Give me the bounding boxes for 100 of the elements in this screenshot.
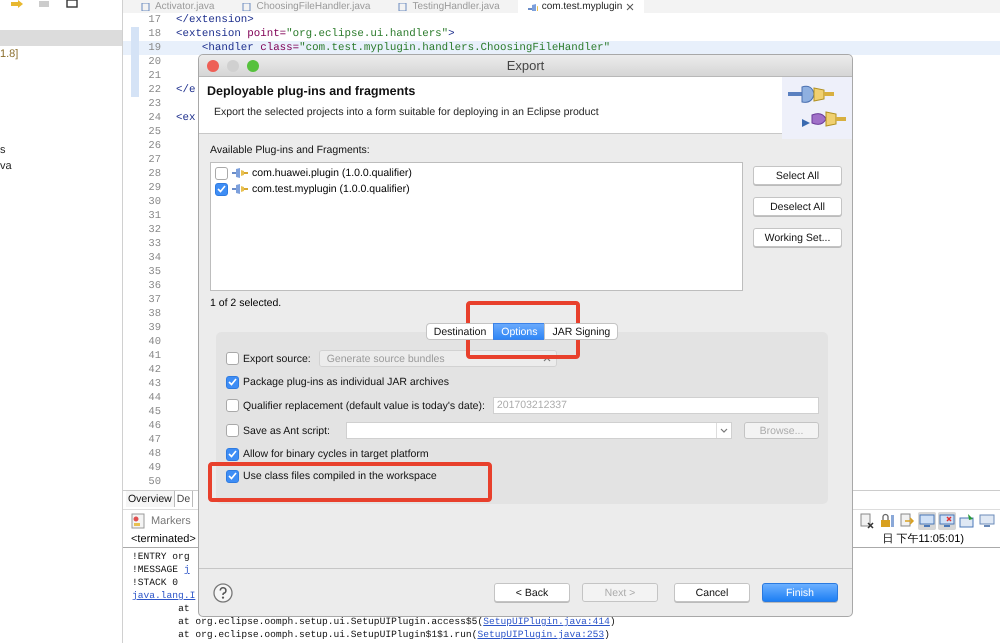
plugin-label: com.huawei.plugin (1.0.0.qualifier) [252,167,412,179]
file-icon [242,2,252,10]
line-number: 40 [147,336,161,348]
checkbox[interactable] [215,182,228,196]
monitor-icon [979,513,995,529]
arrow-icon [10,0,24,8]
line-number: 38 [147,308,161,320]
console-link[interactable]: SetupUIPlugin.java:414 [483,616,610,627]
option-label: Allow for binary cycles in target platform [243,448,429,460]
line-number: 37 [147,294,161,306]
plugin-icon [232,183,248,195]
line-number: 35 [147,266,161,278]
line-number: 33 [147,238,161,250]
option-label: Export source: [243,352,311,364]
tab-label: TestingHandler.java [412,0,500,13]
console-label: <terminated> [131,532,196,547]
zoom-button[interactable] [247,60,259,72]
line-number: 31 [147,210,161,222]
list-button[interactable]: Select All [753,166,842,185]
dialog-heading: Deployable plug-ins and fragments [207,84,416,98]
tab-label: Activator.java [155,0,214,13]
console-line: at org.eclipse.oomph.setup.ui.SetupUIPlugin.access$5(SetupUIPlugin.java:414) [177,615,617,628]
tab[interactable]: JAR Signing [544,323,618,340]
console-link[interactable]: SetupUIPlugin.java:253 [477,629,604,640]
console-link[interactable]: java.lang.I [132,590,196,601]
dialog-button[interactable]: < Back [494,583,570,602]
tree-row[interactable]: 1.8] [0,46,122,62]
caret-icon [720,428,728,434]
plugs-drawing [782,77,852,139]
script-path-field[interactable] [346,422,732,439]
dialog-description: Export the selected projects into a form suitable for deploying in an Eclipse product [213,106,599,118]
list-label: Available Plug-ins and Fragments: [210,144,371,156]
plugin-label: com.test.myplugin (1.0.0.qualifier) [252,183,410,195]
line-number: 48 [147,448,161,460]
toolbar-button[interactable] [878,512,896,530]
line-number: 26 [147,140,161,152]
tab-label: com.test.myplugin [542,0,622,13]
line-number: 46 [147,420,161,432]
line-number: 36 [147,280,161,292]
option-label: Use class files compiled in the workspace [243,470,437,482]
code-line: <extension point="org.eclipse.ui.handlers"> [176,28,455,40]
line-number: 30 [147,196,161,208]
line-number: 17 [147,14,161,26]
line-number: 45 [147,406,161,418]
plugin-icon [528,2,538,10]
editor-page-tab[interactable]: De [174,491,194,507]
dialog-button[interactable]: Cancel [674,583,750,602]
list-button[interactable]: Deselect All [753,197,842,216]
line-number: 23 [147,98,161,110]
tree-row[interactable]: s [0,142,122,158]
line-number: 34 [147,252,161,264]
pin-icon [959,513,975,529]
line-number: 44 [147,392,161,404]
page-icon [859,513,875,529]
line-number: 18 [147,28,161,40]
help-icon [213,582,233,602]
view-tab[interactable]: Markers [151,515,191,527]
code-line: </extension> [176,14,254,26]
code-line: <handler class="com.test.myplugin.handlers.ChoosingFileHandler" [200,42,610,54]
plugin-icon [232,167,248,179]
line-number: 47 [147,434,161,446]
line-number: 28 [147,168,161,180]
file-icon [398,2,408,10]
monitor-icon [939,513,955,529]
tree-row[interactable]: va [0,158,122,174]
list-button[interactable]: Working Set... [753,228,842,247]
close-icon [626,2,634,10]
line-number: 49 [147,462,161,474]
tab[interactable]: Destination [426,323,494,340]
line-number: 24 [147,112,161,124]
checkbox[interactable] [215,166,228,180]
toolbar-button[interactable] [858,512,876,530]
line-number: 21 [147,70,161,82]
selection-count: 1 of 2 selected. [210,297,282,309]
line-number: 29 [147,182,161,194]
line-number: 27 [147,154,161,166]
console-link[interactable]: j [184,564,190,575]
page-icon [899,513,915,529]
line-number: 43 [147,378,161,390]
editor-tab[interactable]: com.test.myplugin [518,0,644,13]
line-number: 32 [147,224,161,236]
option-label: Package plug-ins as individual JAR archives [243,376,450,388]
tab-label: ChoosingFileHandler.java [256,0,370,13]
checkbox[interactable] [226,470,239,482]
line-number: 41 [147,350,161,362]
close-button[interactable] [207,60,219,72]
code-line: </e [176,84,196,96]
option-label: Qualifier replacement (default value is today's date): [243,400,485,412]
file-icon [141,2,151,10]
markers-icon [131,513,145,529]
line-number: 22 [147,84,161,96]
line-number: 25 [147,126,161,138]
console-line: at org.eclipse.oomph.setup.ui.SetupUIPlugin$1$1.run(SetupUIPlugin.java:253) [177,628,611,641]
console-label: 日 下午11:05:01) [882,532,964,547]
checkbox[interactable] [226,376,239,388]
window-title: Export [506,58,544,73]
checkbox[interactable] [226,448,239,460]
editor-page-tab[interactable]: Overview [126,491,175,507]
line-number: 19 [147,42,161,54]
console-line: !ENTRY org [132,550,191,563]
